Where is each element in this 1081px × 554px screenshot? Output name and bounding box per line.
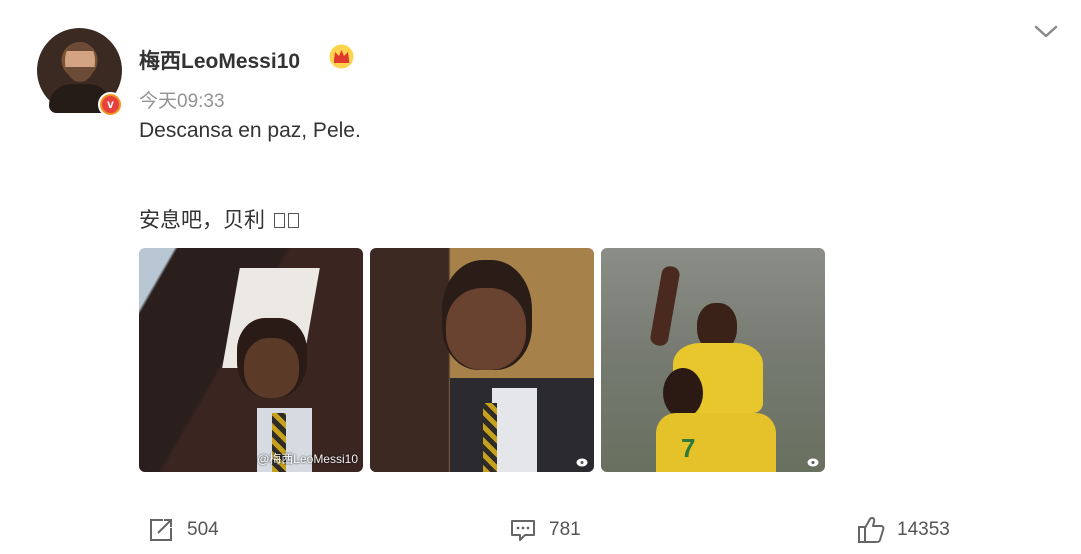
post-text-line2-text: 安息吧，贝利: [139, 209, 265, 232]
weibo-logo-icon: [576, 458, 588, 467]
share-icon: [150, 519, 172, 541]
verified-badge: v: [98, 92, 123, 117]
emoji-placeholder-icon: [273, 213, 285, 228]
weibo-logo-icon: [807, 458, 819, 467]
post-timestamp[interactable]: 今天09:33: [139, 86, 225, 113]
avatar-face: [65, 42, 95, 82]
verified-letter: v: [102, 96, 119, 113]
emoji-placeholder-icon: [287, 213, 299, 228]
like-button[interactable]: 14353: [857, 515, 950, 545]
thumbs-up-icon: [858, 517, 885, 543]
author-name[interactable]: 梅西LeoMessi10: [139, 45, 300, 75]
photo-pele-hugging[interactable]: [370, 248, 594, 472]
weibo-post-card: v 梅西LeoMessi10 今天09:33 Descansa en paz, …: [0, 0, 1081, 554]
comment-button[interactable]: 781: [509, 516, 581, 544]
post-text-line2: 安息吧，贝利: [139, 204, 299, 234]
post-text-line1: Descansa en paz, Pele.: [139, 119, 361, 142]
image-watermark: @梅西LeoMessi10: [257, 452, 358, 466]
chevron-down-icon[interactable]: [1033, 22, 1059, 42]
share-button[interactable]: 504: [147, 516, 219, 544]
comment-count: 781: [549, 519, 581, 540]
comment-icon: [511, 520, 535, 541]
crown-icon: [329, 44, 354, 69]
like-count: 14353: [897, 519, 950, 540]
photo-pele-smiling-suit[interactable]: @梅西LeoMessi10: [139, 248, 363, 472]
share-count: 504: [187, 519, 219, 540]
photo-pele-celebrating-brazil[interactable]: 7: [601, 248, 825, 472]
